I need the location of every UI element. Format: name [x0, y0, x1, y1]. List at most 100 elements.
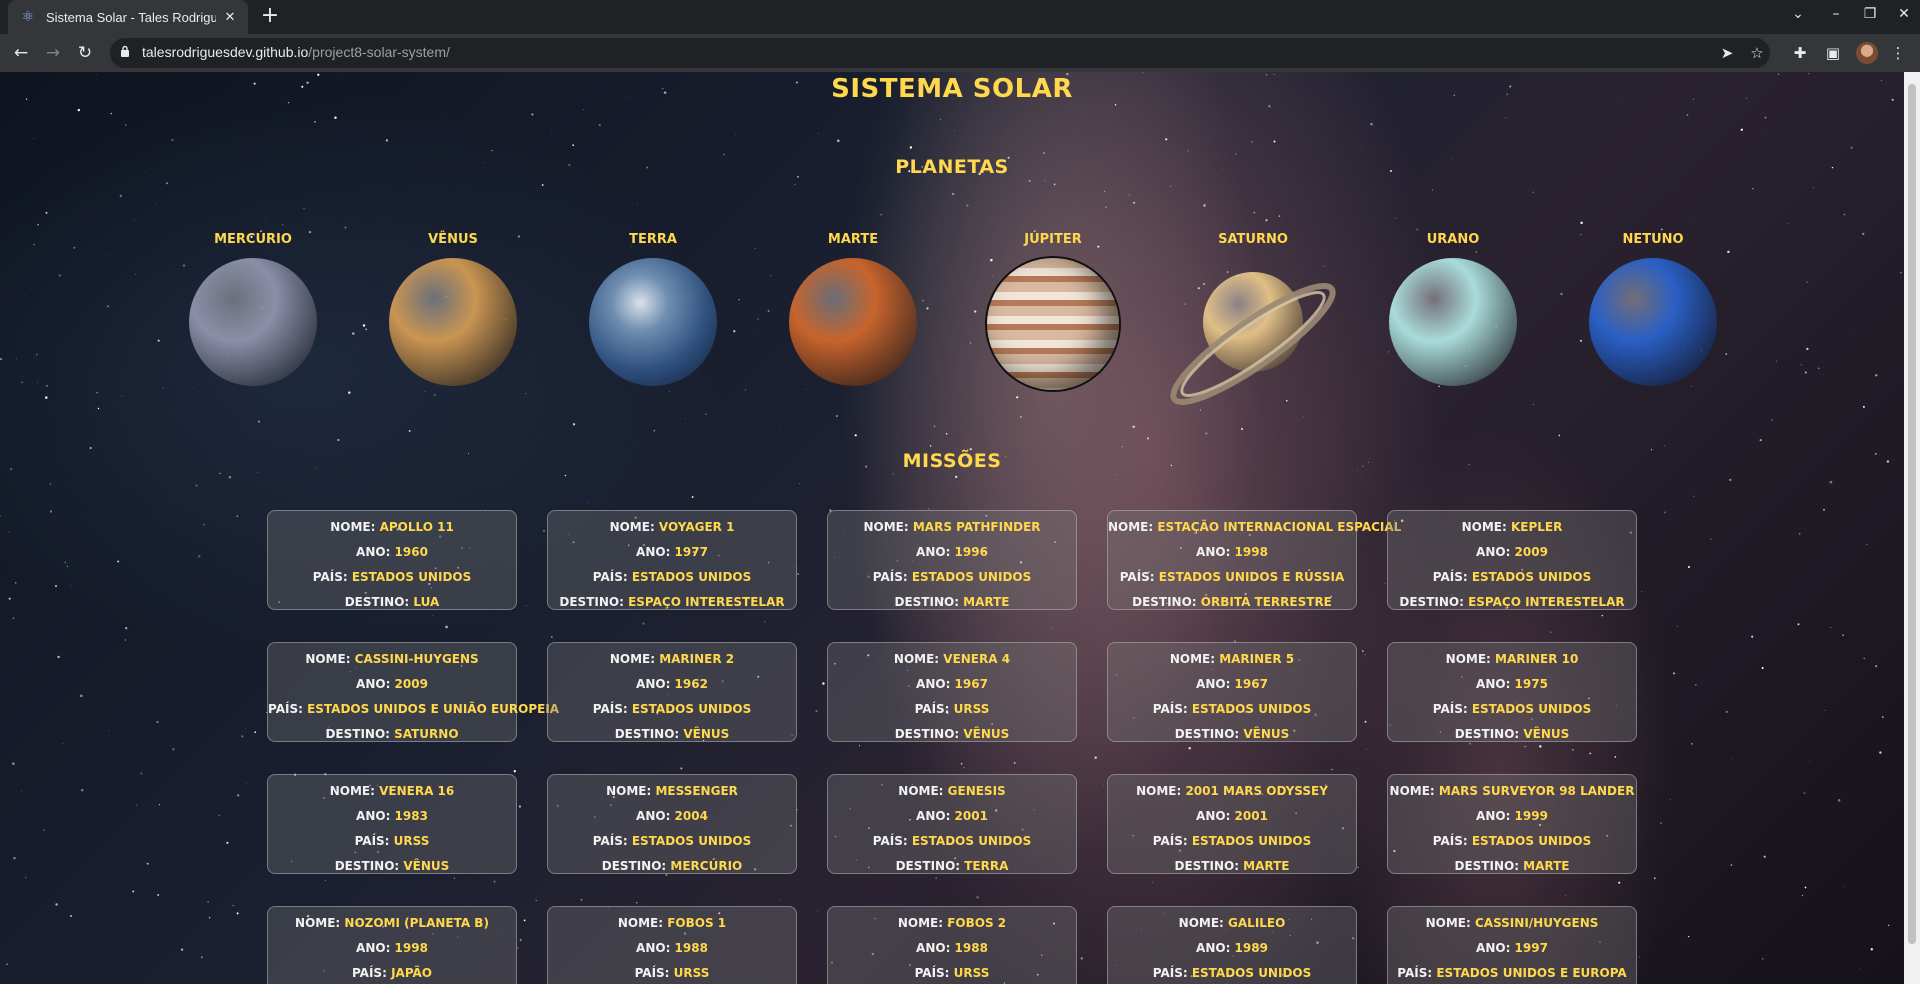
planet-card: MERCÚRIO: [153, 232, 353, 398]
mission-country-value: ESTADOS UNIDOS: [1191, 966, 1312, 980]
mission-year-value: 2001: [954, 809, 988, 823]
forward-icon[interactable]: →: [42, 42, 64, 64]
mission-country-label: PAÍS:: [1152, 702, 1192, 716]
mission-year-line: ANO: 1967: [1108, 672, 1356, 697]
lock-icon: [121, 45, 129, 57]
planet-card: TERRA: [553, 232, 753, 398]
mission-country-value: ESTADOS UNIDOS: [631, 702, 752, 716]
mission-name-line: NOME: 2001 MARS ODYSSEY: [1108, 779, 1356, 804]
mission-year-line: ANO: 1998: [268, 936, 516, 961]
url-path: /project8-solar-system/: [308, 44, 450, 60]
mission-name-value: GALILEO: [1228, 916, 1286, 930]
mission-destination-value: VÊNUS: [1523, 727, 1570, 741]
mission-year-label: ANO:: [916, 677, 955, 691]
back-icon[interactable]: ←: [10, 42, 32, 64]
reload-icon[interactable]: ↻: [74, 42, 96, 64]
mission-year-line: ANO: 1989: [1108, 936, 1356, 961]
mission-year-value: 1975: [1514, 677, 1548, 691]
page-scrollbar[interactable]: [1904, 72, 1920, 984]
mission-name-label: NOME:: [893, 652, 944, 666]
planet-name: TERRA: [629, 232, 677, 247]
mission-name-value: MESSENGER: [655, 784, 738, 798]
mission-destination-line: DESTINO: ESPAÇO INTERESTELAR: [1388, 590, 1636, 615]
mission-year-label: ANO:: [1196, 809, 1235, 823]
mission-year-label: ANO:: [1196, 941, 1235, 955]
address-bar[interactable]: talesrodriguesdev.github.io/project8-sol…: [110, 38, 1770, 68]
mission-destination-label: DESTINO:: [601, 859, 671, 873]
mission-year-label: ANO:: [1476, 545, 1515, 559]
mission-country-label: PAÍS:: [914, 966, 954, 980]
mission-country-label: PAÍS:: [634, 966, 674, 980]
mission-year-value: 1999: [1514, 809, 1548, 823]
mission-destination-value: VÊNUS: [683, 727, 730, 741]
mission-country-line: PAÍS: ESTADOS UNIDOS: [1388, 565, 1636, 590]
mission-name-label: NOME:: [1425, 916, 1475, 930]
close-tab-icon[interactable]: ✕: [222, 10, 238, 25]
mission-name-value: FOBOS 1: [667, 916, 727, 930]
send-icon[interactable]: ➤: [1718, 44, 1736, 62]
mission-destination-label: DESTINO:: [334, 859, 404, 873]
mission-year-line: ANO: 2009: [1388, 540, 1636, 565]
mission-year-line: ANO: 1998: [1108, 540, 1356, 565]
mission-name-value: CASSINI/HUYGENS: [1474, 916, 1599, 930]
planet-image: [987, 258, 1119, 390]
mission-year-line: ANO: 2004: [548, 804, 796, 829]
mission-country-line: PAÍS: ESTADOS UNIDOS E EUROPA: [1388, 961, 1636, 984]
mission-destination-line: DESTINO: SATURNO: [268, 722, 516, 747]
mission-country-value: ESTADOS UNIDOS: [911, 570, 1032, 584]
mission-country-label: PAÍS:: [1397, 966, 1437, 980]
tab-search-icon[interactable]: ⌄: [1788, 6, 1808, 22]
saturn-rings: [1170, 283, 1336, 405]
mission-name-value: ESTAÇÃO INTERNACIONAL ESPACIAL: [1157, 520, 1402, 534]
menu-icon[interactable]: ⋮: [1888, 44, 1908, 62]
mission-year-value: 2004: [674, 809, 708, 823]
mission-country-label: PAÍS:: [1152, 966, 1192, 980]
browser-tab[interactable]: ⚛ Sistema Solar - Tales Rodrigues ✕: [8, 0, 248, 34]
mission-year-label: ANO:: [636, 941, 675, 955]
mission-name-line: NOME: CASSINI-HUYGENS: [268, 647, 516, 672]
scrollbar-thumb[interactable]: [1908, 84, 1916, 944]
mission-card: NOME: ESTAÇÃO INTERNACIONAL ESPACIAL ANO:…: [1107, 510, 1401, 610]
mission-name-label: NOME:: [1108, 520, 1158, 534]
mission-country-label: PAÍS:: [1432, 570, 1472, 584]
mission-country-line: PAÍS: URSS: [268, 829, 516, 854]
planet-card: JÚPITER: [953, 232, 1153, 398]
mission-name-label: NOME:: [1136, 784, 1186, 798]
mission-year-value: 1998: [394, 941, 428, 955]
mission-name-label: NOME:: [329, 784, 380, 798]
mission-destination-value: VÊNUS: [1243, 727, 1290, 741]
mission-country-label: PAÍS:: [1152, 834, 1192, 848]
mission-card: NOME: MARS PATHFINDER ANO: 1996 PAÍS: ESTA…: [827, 510, 1077, 610]
mission-name-line: NOME: MARINER 5: [1108, 647, 1356, 672]
mission-country-line: PAÍS: JAPÃO: [268, 961, 516, 984]
bookmark-star-icon[interactable]: ☆: [1748, 44, 1766, 62]
new-tab-button[interactable]: +: [258, 4, 282, 28]
mission-country-line: PAÍS: ESTADOS UNIDOS: [828, 829, 1076, 854]
mission-destination-line: DESTINO: VÊNUS: [1388, 722, 1636, 747]
mission-destination-label: DESTINO:: [894, 727, 964, 741]
mission-year-line: ANO: 1996: [828, 540, 1076, 565]
mission-name-label: NOME:: [1178, 916, 1229, 930]
extensions-icon[interactable]: ✚: [1790, 44, 1810, 62]
mission-name-value: MARINER 2: [659, 652, 735, 666]
mission-name-value: MARS PATHFINDER: [912, 520, 1041, 534]
mission-destination-line: DESTINO: MERCÚRIO: [548, 854, 796, 879]
mission-country-value: ESTADOS UNIDOS: [1191, 702, 1312, 716]
mission-name-line: NOME: GENESIS: [828, 779, 1076, 804]
restore-button[interactable]: ❐: [1860, 6, 1880, 22]
side-panel-icon[interactable]: ▣: [1823, 44, 1843, 62]
mission-name-value: NOZOMI (PLANETA B): [344, 916, 489, 930]
planet-name: JÚPITER: [1024, 232, 1082, 247]
mission-country-value: ESTADOS UNIDOS: [1471, 702, 1592, 716]
profile-avatar[interactable]: [1856, 42, 1878, 64]
mission-name-label: NOME:: [897, 916, 948, 930]
mission-country-line: PAÍS: ESTADOS UNIDOS: [548, 829, 796, 854]
mission-year-label: ANO:: [356, 941, 395, 955]
planet-card: URANO: [1353, 232, 1553, 398]
mission-country-line: PAÍS: ESTADOS UNIDOS E UNIÃO EUROPEIA: [268, 697, 559, 722]
close-window-button[interactable]: ✕: [1894, 6, 1914, 22]
tab-title: Sistema Solar - Tales Rodrigues: [46, 9, 216, 25]
mission-card: NOME: MARINER 2 ANO: 1962 PAÍS: ESTADOS UN…: [547, 642, 797, 742]
minimize-button[interactable]: –: [1826, 6, 1846, 22]
mission-year-line: ANO: 1997: [1388, 936, 1636, 961]
